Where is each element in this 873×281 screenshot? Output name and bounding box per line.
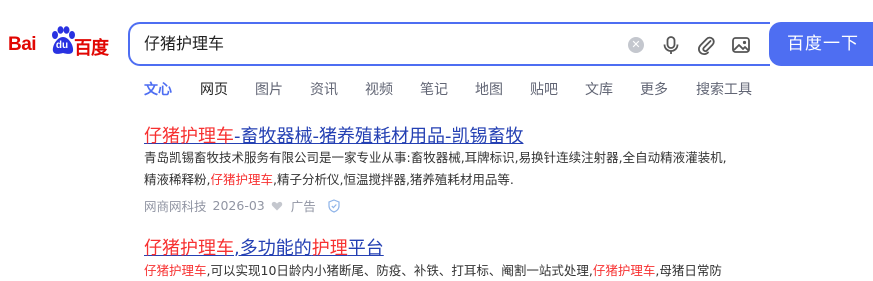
baidu-logo[interactable]: Bai du 百度 <box>8 26 112 59</box>
tab-notes[interactable]: 笔记 <box>420 79 448 99</box>
snippet-text: ,精子分析仪,恒温搅拌器,猪养殖耗材用品等. <box>273 172 514 187</box>
tab-images[interactable]: 图片 <box>255 79 283 99</box>
tab-news[interactable]: 资讯 <box>310 79 338 99</box>
microphone-icon[interactable] <box>660 34 682 56</box>
clear-icon[interactable]: ✕ <box>628 37 644 53</box>
logo-bai-text: Bai <box>8 34 37 55</box>
title-text: -畜牧器械-猪养殖耗材用品-凯锡畜牧 <box>234 126 524 147</box>
search-box: ✕ <box>128 22 770 66</box>
title-highlight: 护理 <box>311 238 348 259</box>
snippet-text: ,母猪日常防 <box>655 263 722 278</box>
result-title-link[interactable]: 仔猪护理车,多功能的护理平台 <box>144 234 384 260</box>
snippet-highlight: 仔猪护理车 <box>210 172 273 187</box>
result-date: 2026-03 <box>212 198 265 213</box>
search-input[interactable] <box>144 24 614 64</box>
snippet-text: 精液稀释粉, <box>144 172 211 187</box>
result-title-link[interactable]: 仔猪护理车-畜牧器械-猪养殖耗材用品-凯锡畜牧 <box>144 122 523 148</box>
title-text: 平台 <box>347 238 384 259</box>
tab-web[interactable]: 网页 <box>200 79 228 99</box>
tab-search-tools[interactable]: 搜索工具 <box>696 79 752 99</box>
ad-label: 广告 <box>290 199 316 214</box>
snippet-text: ,可以实现10日龄内小猪断尾、防疫、补铁、打耳标、阉割一站式处理, <box>206 263 593 278</box>
result-snippet-line-1: 青岛凯锡畜牧技术服务有限公司是一家专业从事:畜牧器械,耳牌标识,易换针连续注射器… <box>144 150 727 165</box>
tab-more[interactable]: 更多 <box>640 79 668 99</box>
logo-du-text: du <box>55 40 69 51</box>
tab-map[interactable]: 地图 <box>475 79 503 99</box>
feedback-heart-icon[interactable] <box>271 200 283 212</box>
image-search-icon[interactable] <box>730 34 752 56</box>
shield-verified-icon[interactable] <box>328 198 340 213</box>
attachment-icon[interactable] <box>695 34 717 56</box>
snippet-highlight: 仔猪护理车 <box>144 263 207 278</box>
result-snippet-line-1: 仔猪护理车,可以实现10日龄内小猪断尾、防疫、补铁、打耳标、阉割一站式处理,仔猪… <box>144 261 722 281</box>
result-meta: 网商网科技 2026-03 广告 <box>144 196 340 215</box>
tab-video[interactable]: 视频 <box>365 79 393 99</box>
title-text: ,多功能的 <box>234 238 312 259</box>
tab-wenxin[interactable]: 文心 <box>144 79 172 99</box>
logo-cn-text: 百度 <box>74 38 109 59</box>
title-highlight: 仔猪护理车 <box>144 126 234 147</box>
result-source[interactable]: 网商网科技 <box>144 196 207 215</box>
snippet-highlight: 仔猪护理车 <box>592 263 656 278</box>
title-highlight: 仔猪护理车 <box>144 238 234 259</box>
result-snippet-line-2: 精液稀释粉,仔猪护理车,精子分析仪,恒温搅拌器,猪养殖耗材用品等. <box>144 170 514 190</box>
search-button[interactable]: 百度一下 <box>769 22 873 66</box>
tab-wenku[interactable]: 文库 <box>585 79 613 99</box>
tab-tieba[interactable]: 贴吧 <box>530 79 558 99</box>
